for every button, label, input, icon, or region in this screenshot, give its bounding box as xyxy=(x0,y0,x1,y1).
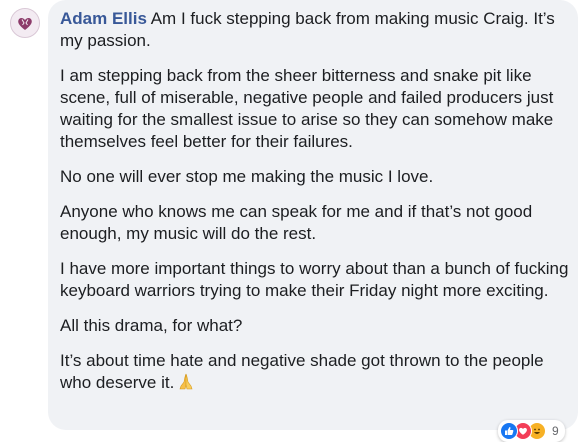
reaction-summary[interactable]: 9 xyxy=(498,420,565,442)
avatar[interactable] xyxy=(10,8,40,38)
reaction-count: 9 xyxy=(552,424,559,438)
like-reaction-icon xyxy=(500,422,518,440)
praying-hands-emoji-icon xyxy=(177,373,195,391)
comment-paragraph: All this drama, for what? xyxy=(60,316,243,335)
comment-paragraph: Adam Ellis Am I fuck stepping back from … xyxy=(60,8,572,52)
comment-paragraph: I have more important things to worry ab… xyxy=(60,259,569,300)
comment-body: Adam Ellis Am I fuck stepping back from … xyxy=(60,8,572,407)
heart-logo-icon xyxy=(11,9,39,37)
comment-paragraph: It’s about time hate and negative shade … xyxy=(60,350,572,394)
author-name[interactable]: Adam Ellis xyxy=(60,9,147,28)
comment-text: It’s about time hate and negative shade … xyxy=(60,351,544,392)
comment: Adam Ellis Am I fuck stepping back from … xyxy=(0,0,582,442)
comment-paragraph: I am stepping back from the sheer bitter… xyxy=(60,66,554,151)
comment-paragraph: No one will ever stop me making the musi… xyxy=(60,167,434,186)
comment-paragraph: Anyone who knows me can speak for me and… xyxy=(60,202,533,243)
